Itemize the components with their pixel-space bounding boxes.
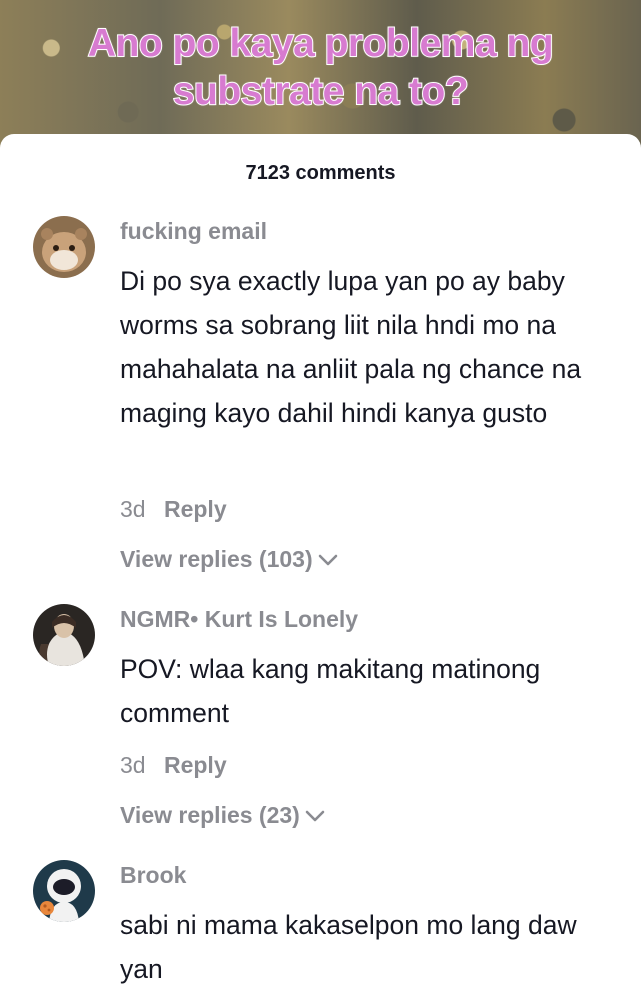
view-replies-button[interactable]: View replies (23)	[120, 802, 326, 829]
view-replies-label: View replies (23)	[120, 802, 300, 828]
avatar[interactable]	[33, 860, 95, 922]
avatar[interactable]	[33, 216, 95, 278]
comments-sheet: 7123 comments fucking email Di po sya ex…	[0, 134, 641, 994]
chevron-down-icon	[318, 554, 337, 565]
comment-text: sabi ni mama kakaselpon mo lang daw yan	[120, 910, 577, 984]
comment-author[interactable]: NGMR• Kurt Is Lonely	[120, 606, 358, 633]
comment-text: Di po sya exactly lupa yan po ay baby wo…	[120, 266, 582, 428]
comments-count: 7123 comments	[245, 162, 396, 184]
caption-line-1: Ano po kaya problema ng	[87, 21, 555, 66]
avatar[interactable]	[33, 604, 95, 666]
comment-meta: 3d Reply	[120, 752, 227, 779]
comment-author[interactable]: fucking email	[120, 218, 267, 245]
view-replies-label: View replies (103)	[120, 546, 313, 572]
comment-time: 3d	[120, 752, 146, 778]
comment-time: 3d	[120, 496, 146, 522]
view-replies-button[interactable]: View replies (103)	[120, 546, 339, 573]
comment-text: POV: wlaa kang makitang matinong comment	[120, 654, 541, 728]
chevron-down-icon	[305, 810, 325, 821]
reply-button[interactable]: Reply	[164, 752, 227, 778]
reply-button[interactable]: Reply	[164, 496, 227, 522]
comment-author[interactable]: Brook	[120, 862, 186, 889]
caption-line-2: substrate na to?	[172, 69, 470, 114]
video-caption: Ano po kaya problema ng substrate na to?	[0, 20, 641, 116]
comment-meta: 3d Reply	[120, 496, 227, 523]
